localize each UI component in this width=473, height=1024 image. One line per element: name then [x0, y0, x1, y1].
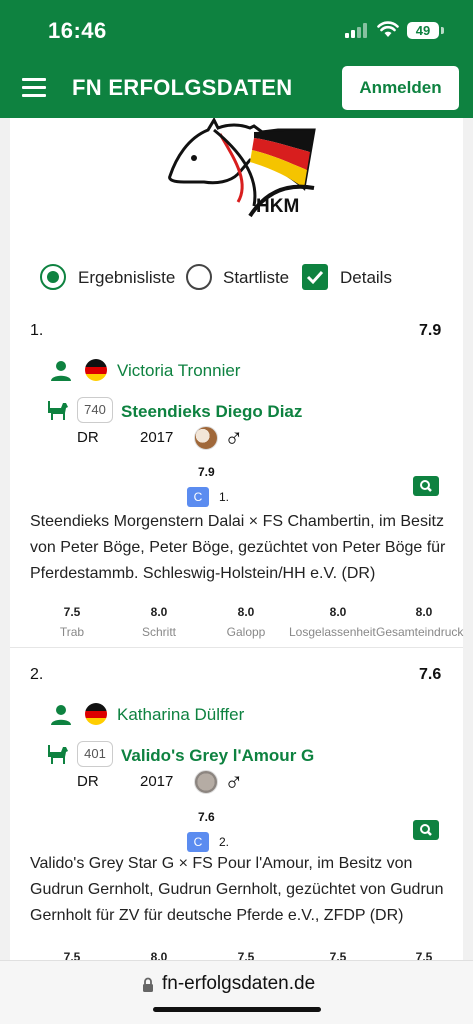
ergebnisliste-label: Ergebnisliste	[78, 268, 176, 287]
sub-score-value: 8.0	[329, 605, 347, 619]
home-indicator[interactable]	[153, 1007, 321, 1012]
rider-name[interactable]: Katharina Dülffer	[117, 705, 244, 725]
pedigree-text: Valido's Grey Star G × FS Pour l'Amour, …	[30, 855, 444, 924]
checkmark-icon	[306, 270, 324, 285]
judge-place: 1.	[219, 490, 230, 504]
login-button[interactable]: Anmelden	[342, 66, 459, 110]
sub-score-value: 8.0	[415, 605, 433, 619]
sub-score-label: Losgelassenheit	[289, 625, 376, 639]
search-icon	[420, 480, 432, 492]
result-place: 2.	[30, 666, 44, 683]
details-checkbox[interactable]	[302, 264, 328, 290]
horse-number: 401	[77, 741, 113, 767]
lock-icon	[143, 977, 153, 992]
judge-score: 7.6	[198, 810, 215, 824]
male-icon: ♂	[224, 423, 244, 453]
horse-name[interactable]: Valido's Grey l'Amour G	[121, 746, 314, 766]
logo-text: HKM	[256, 196, 300, 217]
battery-tip	[441, 27, 444, 34]
coat-color-icon	[194, 426, 218, 450]
details-label: Details	[340, 268, 392, 287]
hamburger-menu-icon[interactable]	[22, 76, 48, 98]
browser-url-bar[interactable]: fn-erfolgsdaten.de	[0, 960, 473, 1024]
judge-place: 2.	[219, 835, 230, 849]
horse-country: DR	[77, 429, 99, 446]
horse-icon	[48, 401, 68, 420]
url-domain[interactable]: fn-erfolgsdaten.de	[162, 973, 315, 995]
status-bar: 16:46 49	[0, 0, 473, 58]
app-header: FN ERFOLGSDATEN Anmelden	[0, 58, 473, 118]
battery-icon: 49	[407, 22, 439, 39]
search-button[interactable]	[413, 476, 439, 496]
sub-score-value: 8.0	[150, 605, 168, 619]
horse-number: 740	[77, 397, 113, 423]
startliste-radio[interactable]	[186, 264, 212, 290]
male-icon: ♂	[224, 767, 244, 797]
rider-icon	[51, 361, 71, 381]
sub-score-label: Schritt	[141, 625, 176, 639]
search-button[interactable]	[413, 820, 439, 840]
germany-flag-icon	[85, 703, 107, 725]
rider-name[interactable]: Victoria Tronnier	[117, 361, 240, 381]
sub-score-value: 7.5	[63, 605, 81, 619]
result-score: 7.9	[419, 322, 442, 339]
horse-year: 2017	[140, 773, 174, 790]
sub-score-value: 8.0	[237, 605, 255, 619]
horse-name[interactable]: Steendieks Diego Diaz	[121, 402, 302, 422]
coat-color-icon	[194, 770, 218, 794]
class-badge: C	[187, 832, 209, 852]
sub-score-label: Trab	[59, 625, 85, 639]
search-icon	[420, 824, 432, 836]
wifi-icon	[377, 21, 399, 37]
rider-icon	[51, 705, 71, 725]
horse-icon	[48, 745, 68, 764]
result-place: 1.	[30, 322, 44, 339]
sub-score-label: Galopp	[226, 625, 266, 639]
judge-score: 7.9	[198, 465, 215, 479]
pedigree-text: Steendieks Morgenstern Dalai × FS Chambe…	[30, 513, 446, 582]
app-title: FN ERFOLGSDATEN	[72, 75, 293, 100]
ergebnisliste-radio[interactable]	[40, 264, 66, 290]
horse-country: DR	[77, 773, 99, 790]
horse-year: 2017	[140, 429, 174, 446]
startliste-label: Startliste	[223, 268, 290, 287]
result-divider	[10, 647, 463, 648]
germany-flag-icon	[85, 359, 107, 381]
cellular-signal-icon	[345, 22, 369, 38]
sub-score-label: Gesamteindruck	[376, 625, 464, 639]
class-badge: C	[187, 487, 209, 507]
status-time: 16:46	[48, 18, 107, 43]
result-score: 7.6	[419, 666, 442, 683]
